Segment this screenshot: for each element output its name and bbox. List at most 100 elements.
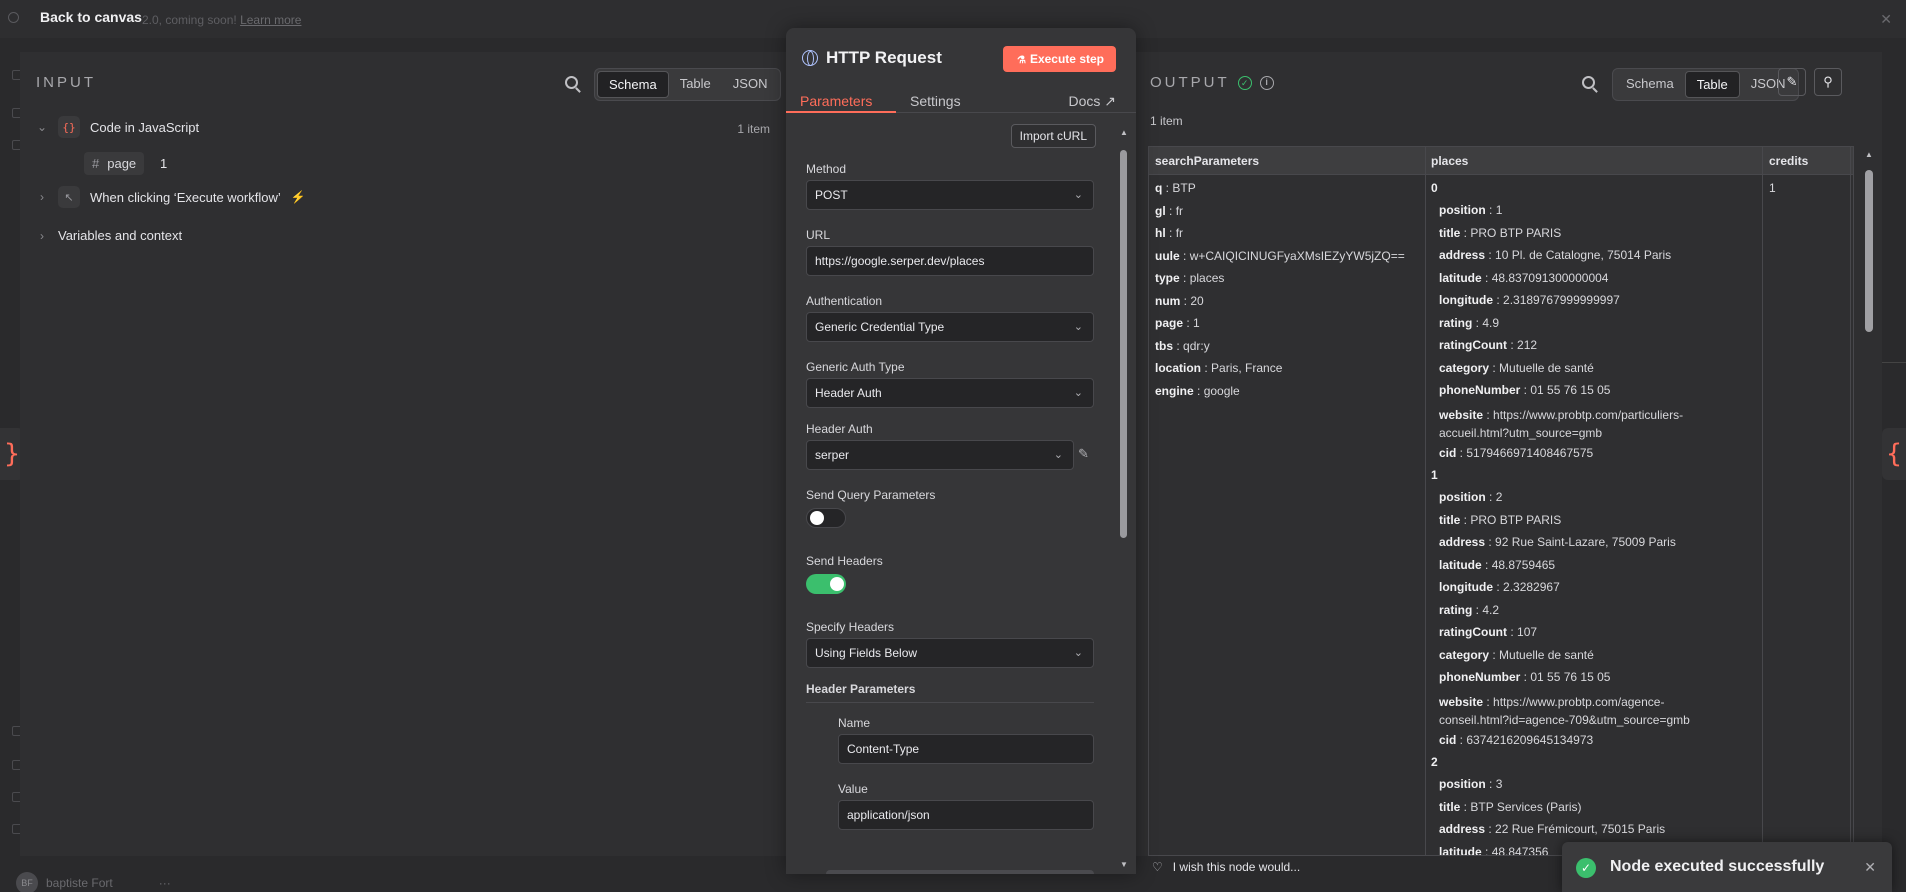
field-key: latitude <box>1439 844 1482 856</box>
close-icon[interactable]: ✕ <box>1864 859 1876 876</box>
header-name-value: Content-Type <box>847 742 920 756</box>
pin-data-button[interactable]: ⚲ <box>1814 68 1842 96</box>
place-field-row: phoneNumber : 01 55 76 15 05 <box>1439 383 1611 397</box>
scroll-down-icon[interactable]: ▼ <box>1120 860 1128 869</box>
chevron-down-icon: ⌄ <box>1073 321 1083 333</box>
search-parameter-row: num : 20 <box>1155 293 1204 308</box>
docs-link[interactable]: Docs ↗ <box>1068 93 1116 110</box>
field-value: 92 Rue Saint-Lazare, 75009 Paris <box>1495 535 1676 549</box>
search-icon[interactable] <box>1582 76 1595 89</box>
lightning-icon: ⚡ <box>290 190 306 204</box>
schema-field[interactable]: # page <box>84 152 145 175</box>
field-key: rating <box>1439 602 1473 617</box>
chevron-down-icon[interactable]: ⌄ <box>36 120 48 134</box>
param-key: q <box>1155 181 1163 195</box>
method-value: POST <box>815 188 848 202</box>
field-key: website <box>1439 407 1484 422</box>
chevron-right-icon[interactable]: › <box>36 190 48 204</box>
input-node-code[interactable]: ⌄ {} Code in JavaScript <box>36 116 199 138</box>
execute-step-button[interactable]: ⚗ Execute step <box>1002 46 1116 72</box>
field-key: rating <box>1439 315 1473 330</box>
feedback-prompt[interactable]: ♡ I wish this node would... <box>1152 860 1300 874</box>
field-key: latitude <box>1439 557 1482 572</box>
parameters-scrollbar[interactable]: ▲ ▼ <box>1120 128 1128 869</box>
edit-output-button[interactable]: ✎ <box>1778 68 1806 96</box>
header-auth-select[interactable]: serper ⌄ <box>806 440 1074 470</box>
field-key: address <box>1439 535 1486 549</box>
input-title: INPUT <box>36 74 96 91</box>
search-parameter-row: tbs : qdr:y <box>1155 338 1210 353</box>
field-value: 6374216209645134973 <box>1466 732 1594 747</box>
param-key: hl <box>1155 226 1166 240</box>
scroll-thumb[interactable] <box>1865 170 1873 332</box>
header-value-value: application/json <box>847 808 930 822</box>
scroll-up-icon[interactable]: ▲ <box>1120 128 1128 137</box>
field-value: 212 <box>1517 338 1538 352</box>
learn-more-link[interactable]: Learn more <box>240 13 301 27</box>
input-variables-context[interactable]: › Variables and context <box>36 228 182 243</box>
send-headers-toggle[interactable] <box>806 574 846 594</box>
param-key: type <box>1155 271 1180 285</box>
output-scrollbar[interactable]: ▲ <box>1864 150 1874 854</box>
user-menu[interactable]: BF baptiste Fort ··· <box>16 872 171 892</box>
field-key: ratingCount <box>1439 338 1507 352</box>
place-field-row: address : 22 Rue Frémicourt, 75015 Paris <box>1439 822 1666 836</box>
tab-parameters[interactable]: Parameters <box>800 93 872 109</box>
input-node-trigger[interactable]: › ↖ When clicking ‘Execute workflow’ ⚡ <box>36 186 306 208</box>
chevron-right-icon[interactable]: › <box>36 229 48 243</box>
place-field-row: title : PRO BTP PARIS <box>1439 225 1562 240</box>
field-name: page <box>107 156 137 171</box>
add-parameter-button[interactable] <box>826 870 1094 874</box>
specify-headers-label: Specify Headers <box>806 620 895 634</box>
field-key: address <box>1439 248 1486 262</box>
field-key: ratingCount <box>1439 625 1507 639</box>
place-field-row: category : Mutuelle de santé <box>1439 360 1594 375</box>
place-field-row: latitude : 48.8759465 <box>1439 557 1556 572</box>
field-value: 22 Rue Frémicourt, 75015 Paris <box>1495 822 1666 836</box>
field-value: 5179466971408467575 <box>1466 445 1594 460</box>
specify-headers-select[interactable]: Using Fields Below ⌄ <box>806 638 1094 668</box>
field-key: phoneNumber <box>1439 383 1521 397</box>
scroll-up-icon[interactable]: ▲ <box>1865 150 1873 159</box>
field-value: 10 Pl. de Catalogne, 75014 Paris <box>1495 248 1672 262</box>
more-icon[interactable]: ··· <box>159 876 171 890</box>
field-value: 1 <box>160 156 168 171</box>
output-view-schema[interactable]: Schema <box>1615 71 1685 98</box>
close-notice-icon[interactable]: ✕ <box>1880 11 1892 28</box>
active-tab-indicator <box>786 111 896 113</box>
authentication-select[interactable]: Generic Credential Type ⌄ <box>806 312 1094 342</box>
generic-auth-type-select[interactable]: Header Auth ⌄ <box>806 378 1094 408</box>
field-key: position <box>1439 203 1486 217</box>
input-view-schema[interactable]: Schema <box>597 71 669 98</box>
output-view-table[interactable]: Table <box>1684 71 1740 98</box>
header-value-input[interactable]: application/json <box>838 800 1094 830</box>
feedback-text: I wish this node would... <box>1172 860 1301 874</box>
place-index: 2 <box>1431 755 1438 769</box>
input-panel: INPUT Schema Table JSON ⌄ {} Code in Jav… <box>20 52 786 856</box>
edit-credential-pencil-icon[interactable]: ✎ <box>1078 446 1089 462</box>
send-query-toggle[interactable] <box>806 508 846 528</box>
search-icon[interactable] <box>565 76 578 89</box>
input-view-table[interactable]: Table <box>669 71 722 98</box>
import-curl-button[interactable]: Import cURL <box>1010 124 1096 148</box>
info-icon[interactable]: i <box>1259 75 1274 90</box>
field-value: BTP Services (Paris) <box>1470 799 1582 814</box>
header-name-label: Name <box>838 716 871 730</box>
node-title[interactable]: HTTP Request <box>826 48 942 68</box>
search-parameter-row: uule : w+CAIQICINUGFyaXMsIEZyYW5jZQ== <box>1155 248 1405 263</box>
column-divider <box>1850 147 1851 855</box>
node-tabs: Parameters Settings Docs ↗ <box>786 85 1136 113</box>
scroll-thumb[interactable] <box>1120 150 1127 538</box>
url-input[interactable]: https://google.serper.dev/places <box>806 246 1094 276</box>
place-field-row: position : 2 <box>1439 490 1503 504</box>
method-select[interactable]: POST ⌄ <box>806 180 1094 210</box>
param-value: w+CAIQICINUGFyaXMsIEZyYW5jZQ== <box>1189 248 1405 263</box>
tab-settings[interactable]: Settings <box>910 93 961 109</box>
field-key: longitude <box>1439 293 1493 307</box>
back-to-canvas-link[interactable]: Back to canvas <box>40 9 142 25</box>
input-view-json[interactable]: JSON <box>722 71 779 98</box>
specify-headers-value: Using Fields Below <box>815 646 918 660</box>
field-key: title <box>1439 799 1461 814</box>
header-name-input[interactable]: Content-Type <box>838 734 1094 764</box>
output-node-brace-icon[interactable]: { <box>1882 428 1906 480</box>
